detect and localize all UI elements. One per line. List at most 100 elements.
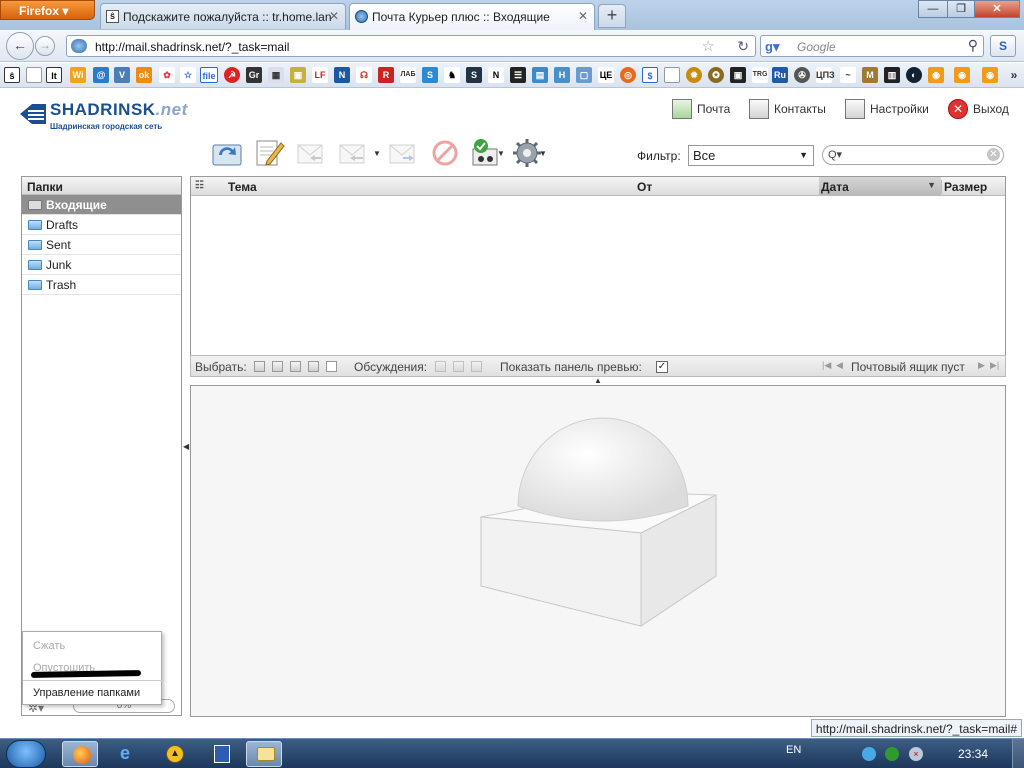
nav-logout[interactable]: ✕ Выход — [948, 98, 1009, 120]
nav-contacts[interactable]: Контакты — [749, 98, 826, 120]
bookmark-icon[interactable]: ▣ — [730, 67, 746, 83]
bookmark-page-icon[interactable] — [26, 67, 42, 83]
select-all-icon[interactable] — [254, 361, 265, 372]
clock[interactable]: 23:34 — [958, 747, 988, 761]
taskbar-internet-explorer[interactable]: e — [110, 741, 146, 767]
column-size[interactable]: Размер — [941, 180, 987, 194]
bookmark-icon[interactable]: ▤ — [532, 67, 548, 83]
bookmark-icon[interactable]: ✿ — [159, 67, 175, 83]
site-identity-icon[interactable] — [71, 39, 87, 53]
addon-s-button[interactable]: S — [990, 35, 1016, 57]
select-unread-icon[interactable] — [290, 361, 301, 372]
bookmark-icon[interactable]: ♞ — [444, 67, 460, 83]
compose-button[interactable] — [253, 137, 285, 169]
bookmark-star-icon[interactable]: ☆ — [702, 37, 715, 55]
bookmark-icon[interactable]: H — [554, 67, 570, 83]
reply-button[interactable] — [295, 137, 327, 169]
bookmark-icon[interactable]: ЦЕ — [598, 67, 614, 83]
start-button[interactable] — [6, 740, 46, 768]
rss-icon[interactable]: ◉ — [982, 67, 998, 83]
menu-compact[interactable]: Сжать — [33, 640, 65, 652]
bookmark-icon[interactable]: ok — [136, 67, 152, 83]
bookmark-icon[interactable]: Wi — [70, 67, 86, 83]
folder-junk[interactable]: Junk — [22, 255, 181, 275]
search-bar[interactable]: g▾ Google ⚲ — [760, 35, 984, 57]
bookmark-icon[interactable]: ✪ — [708, 67, 724, 83]
close-icon[interactable]: ✕ — [578, 9, 588, 23]
column-from[interactable]: От — [637, 180, 652, 194]
preview-pane-checkbox[interactable]: ✓ — [656, 361, 668, 373]
nav-settings[interactable]: Настройки — [845, 98, 929, 120]
bookmark-icon[interactable]: ~ — [840, 67, 856, 83]
mail-search-input[interactable]: Q▾ ✕ — [822, 145, 1004, 165]
chevron-right-icon[interactable]: » — [1006, 67, 1022, 83]
first-page-icon[interactable]: |◀ — [822, 360, 831, 371]
bookmark-icon[interactable]: ▢ — [576, 67, 592, 83]
bookmark-icon[interactable]: ☰ — [510, 67, 526, 83]
list-options-icon[interactable]: ☷ — [195, 180, 204, 191]
bookmark-icon[interactable]: R — [378, 67, 394, 83]
last-page-icon[interactable]: ▶| — [990, 360, 999, 371]
next-page-icon[interactable]: ▶ — [978, 360, 985, 371]
menu-manage-folders[interactable]: Управление папками — [33, 687, 140, 699]
bookmark-icon[interactable]: Gr — [246, 67, 262, 83]
bookmark-icon[interactable]: $ — [642, 67, 658, 83]
new-tab-button[interactable]: + — [598, 4, 626, 28]
folder-sent[interactable]: Sent — [22, 235, 181, 255]
firefox-menu-button[interactable]: Firefox ▾ — [0, 0, 95, 20]
column-date[interactable]: Дата ▼ — [819, 177, 941, 195]
delete-button[interactable] — [429, 137, 461, 169]
bookmark-icon[interactable]: ▥ — [884, 67, 900, 83]
google-engine-icon[interactable]: g▾ — [765, 39, 779, 55]
folder-inbox[interactable]: Входящие — [22, 195, 181, 215]
taskbar-app[interactable] — [204, 741, 240, 767]
expand-all-icon[interactable] — [435, 361, 446, 372]
tab-mail[interactable]: Почта Курьер плюс :: Входящие ✕ — [349, 3, 595, 30]
more-dropdown-icon[interactable]: ▼ — [539, 149, 547, 158]
collapse-all-icon[interactable] — [471, 361, 482, 372]
bookmark-icon[interactable]: @ — [93, 67, 109, 83]
close-window-button[interactable]: ✕ — [974, 0, 1020, 18]
bookmark-icon[interactable]: It — [46, 67, 62, 83]
search-options-icon[interactable]: Q▾ — [828, 148, 842, 161]
bookmark-icon[interactable]: ▣ — [290, 67, 306, 83]
taskbar-firefox[interactable] — [62, 741, 98, 767]
tab-forum[interactable]: ŝ Подскажите пожалуйста :: tr.home.lan ✕ — [100, 3, 346, 29]
bookmark-icon[interactable]: ▦ — [268, 67, 284, 83]
bookmark-icon[interactable]: ЦПЗ — [816, 67, 835, 83]
bookmark-icon[interactable]: ЛАБ — [400, 67, 416, 83]
show-desktop-button[interactable] — [1012, 739, 1024, 768]
reply-all-button[interactable] — [337, 137, 369, 169]
horizontal-splitter-handle[interactable]: ▲ — [594, 376, 602, 385]
bookmark-icon[interactable]: S — [422, 67, 438, 83]
select-page-icon[interactable] — [272, 361, 283, 372]
utorrent-tray-icon[interactable] — [885, 747, 899, 761]
rss-icon[interactable]: ◉ — [954, 67, 970, 83]
bookmark-icon[interactable]: ŝ — [4, 67, 20, 83]
previous-page-icon[interactable]: ◀ — [836, 360, 843, 371]
bookmark-icon[interactable]: M — [862, 67, 878, 83]
bookmark-page-icon[interactable] — [664, 67, 680, 83]
bookmark-icon[interactable]: ◎ — [620, 67, 636, 83]
bookmark-icon[interactable]: N — [334, 67, 350, 83]
folder-trash[interactable]: Trash — [22, 275, 181, 295]
bookmark-icon[interactable]: V — [114, 67, 130, 83]
filter-select[interactable]: Все ▼ — [688, 145, 814, 166]
bookmark-icon[interactable]: ☊ — [356, 67, 372, 83]
bookmark-icon[interactable]: ✇ — [794, 67, 810, 83]
bookmark-icon[interactable]: ✹ — [686, 67, 702, 83]
forward-button[interactable]: → — [35, 36, 55, 56]
vertical-splitter-handle[interactable]: ◀ — [183, 442, 189, 451]
minimize-button[interactable]: — — [918, 0, 948, 18]
volume-muted-icon[interactable]: × — [909, 747, 923, 761]
back-button[interactable]: ← — [6, 32, 34, 60]
bookmark-icon[interactable]: S — [466, 67, 482, 83]
url-bar[interactable]: http://mail.shadrinsk.net/?_task=mail ☆ … — [66, 35, 756, 57]
network-tray-icon[interactable] — [862, 747, 876, 761]
bookmark-icon[interactable]: LF — [312, 67, 328, 83]
bookmark-icon[interactable]: file — [200, 67, 218, 83]
reply-all-dropdown-icon[interactable]: ▼ — [373, 149, 381, 158]
reload-icon[interactable]: ↻ — [737, 38, 749, 55]
close-icon[interactable]: ✕ — [329, 9, 339, 23]
bookmark-icon[interactable]: N — [488, 67, 504, 83]
